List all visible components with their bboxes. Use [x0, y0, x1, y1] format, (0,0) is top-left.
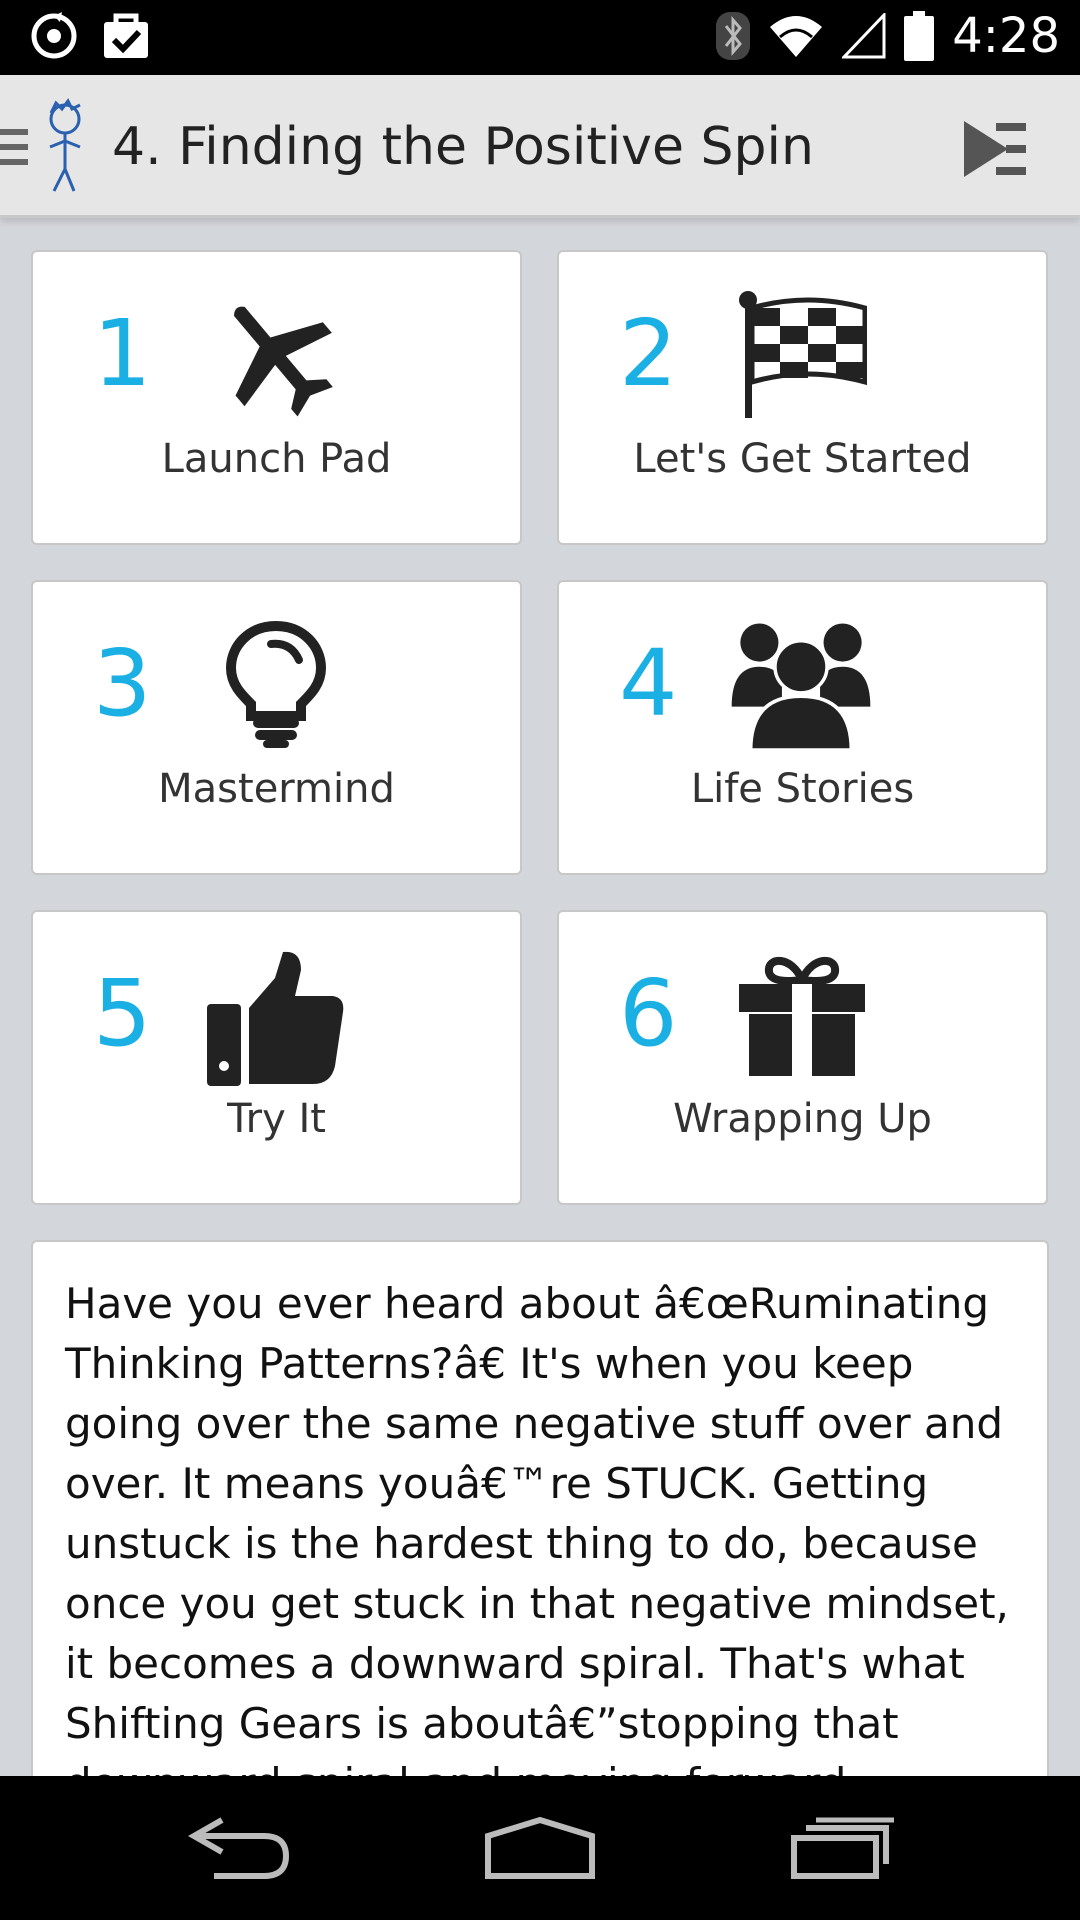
airplane-icon — [233, 306, 333, 417]
description-text: Have you ever heard about â€œRuminating … — [65, 1279, 1009, 1798]
wifi-icon — [770, 16, 823, 57]
tile-launch-pad[interactable]: 1 Launch Pad — [31, 250, 522, 545]
thumbs-up-icon — [207, 951, 344, 1086]
tile-wrapping-up[interactable]: 6 Wrapping Up — [557, 910, 1048, 1205]
status-time: 4:28 — [952, 8, 1060, 64]
home-icon[interactable] — [484, 1816, 596, 1880]
tile-number: 3 — [93, 630, 152, 737]
bluetooth-icon — [716, 12, 751, 60]
tile-label: Life Stories — [690, 766, 915, 812]
drawer-icon[interactable] — [0, 127, 30, 167]
tile-lets-get-started[interactable]: 2 Let's Get Started — [557, 250, 1048, 545]
tile-number: 6 — [619, 960, 678, 1067]
people-icon — [731, 623, 871, 750]
action-bar: 4. Finding the Positive Spin — [0, 75, 1080, 218]
sync-icon — [31, 12, 77, 59]
checkered-flag-icon — [739, 291, 867, 418]
tile-number: 4 — [619, 630, 678, 737]
tile-life-stories[interactable]: 4 Life Stories — [557, 580, 1048, 875]
next-icon[interactable] — [962, 119, 1028, 179]
lightbulb-icon — [225, 620, 327, 748]
battery-icon — [904, 11, 935, 61]
recents-icon[interactable] — [790, 1816, 898, 1880]
app-logo-icon[interactable] — [38, 97, 92, 197]
tile-label: Launch Pad — [161, 436, 392, 482]
navigation-bar — [0, 1776, 1080, 1920]
tile-label: Try It — [227, 1096, 326, 1142]
back-icon[interactable] — [188, 1816, 292, 1880]
gift-icon — [739, 956, 865, 1076]
task-check-icon — [104, 13, 148, 58]
cell-signal-icon — [842, 13, 886, 59]
description-card: Have you ever heard about â€œRuminating … — [31, 1240, 1049, 1800]
tile-label: Let's Get Started — [633, 436, 972, 482]
tile-label: Mastermind — [158, 766, 395, 812]
tile-try-it[interactable]: 5 Try It — [31, 910, 522, 1205]
page-title: 4. Finding the Positive Spin — [112, 117, 814, 177]
tile-number: 2 — [619, 300, 678, 407]
tile-mastermind[interactable]: 3 Mastermind — [31, 580, 522, 875]
tile-label: Wrapping Up — [673, 1096, 932, 1142]
status-bar: 4:28 — [0, 0, 1080, 75]
tile-number: 5 — [93, 960, 152, 1067]
tile-number: 1 — [93, 300, 152, 407]
